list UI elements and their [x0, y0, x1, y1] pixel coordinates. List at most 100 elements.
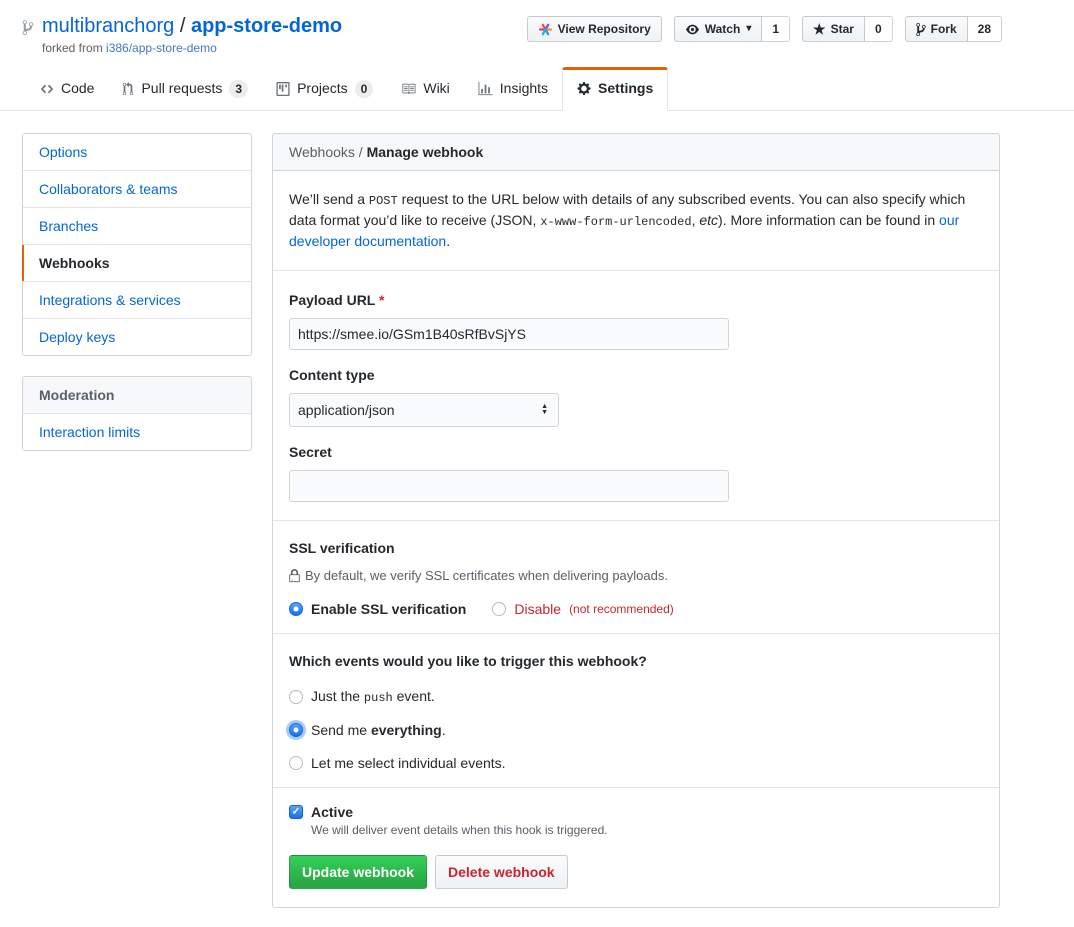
- breadcrumb-webhooks-link[interactable]: Webhooks: [289, 144, 355, 160]
- sidebar-item-branches[interactable]: Branches: [23, 208, 251, 245]
- tab-settings[interactable]: Settings: [562, 67, 668, 111]
- smee-icon: [538, 22, 553, 37]
- star-count[interactable]: 0: [865, 16, 893, 42]
- event-everything-radio[interactable]: [289, 723, 303, 737]
- ssl-disable-option[interactable]: Disable (not recommended): [492, 601, 673, 617]
- intro-text: We’ll send a POST request to the URL bel…: [289, 189, 983, 252]
- sidebar-item-options[interactable]: Options: [23, 134, 251, 171]
- repo-title: multibranchorg / app-store-demo: [42, 14, 342, 38]
- intro-code-urlencoded: x-www-form-urlencoded: [540, 215, 691, 229]
- ssl-disable-label: Disable: [514, 601, 561, 617]
- view-repository-label: View Repository: [558, 20, 651, 38]
- sidebar-item-interaction-limits[interactable]: Interaction limits: [23, 414, 251, 450]
- tab-pull-requests[interactable]: Pull requests 3: [108, 67, 262, 110]
- fork-label: Fork: [931, 20, 957, 38]
- update-webhook-button[interactable]: Update webhook: [289, 855, 427, 889]
- breadcrumb-separator: /: [355, 144, 367, 160]
- active-checkbox[interactable]: [289, 805, 303, 819]
- settings-sidebar: Options Collaborators & teams Branches W…: [22, 133, 252, 451]
- payload-url-label-text: Payload URL: [289, 292, 375, 308]
- forked-from-prefix: forked from: [42, 41, 106, 55]
- url-form-section: Payload URL * Content type application/j…: [273, 271, 999, 521]
- projects-counter: 0: [355, 80, 374, 98]
- sidebar-item-webhooks[interactable]: Webhooks: [23, 245, 251, 282]
- settings-menu: Options Collaborators & teams Branches W…: [22, 133, 252, 356]
- active-option[interactable]: Active: [289, 804, 983, 820]
- sidebar-item-deploy-keys[interactable]: Deploy keys: [23, 319, 251, 355]
- event-option-push[interactable]: Just the push event.: [289, 688, 983, 705]
- tab-pull-requests-label: Pull requests: [141, 79, 222, 98]
- sidebar-item-collaborators[interactable]: Collaborators & teams: [23, 171, 251, 208]
- select-arrows-icon: ▲▼: [541, 404, 548, 416]
- events-section: Which events would you like to trigger t…: [273, 634, 999, 788]
- active-label: Active: [311, 804, 353, 820]
- ssl-disable-note: (not recommended): [569, 602, 674, 616]
- wiki-icon: [401, 82, 416, 96]
- event-everything-part1: Send me: [311, 722, 371, 738]
- watch-count[interactable]: 1: [762, 16, 790, 42]
- tab-code[interactable]: Code: [26, 67, 108, 110]
- payload-url-label: Payload URL *: [289, 291, 983, 310]
- active-section: Active We will deliver event details whe…: [273, 788, 999, 907]
- delete-webhook-button[interactable]: Delete webhook: [435, 855, 568, 889]
- sidebar-item-integrations[interactable]: Integrations & services: [23, 282, 251, 319]
- code-icon: [40, 82, 54, 96]
- webhook-panel: Webhooks / Manage webhook We’ll send a P…: [272, 133, 1000, 908]
- fork-count[interactable]: 28: [968, 16, 1002, 42]
- ssl-note-text: By default, we verify SSL certificates w…: [305, 568, 668, 583]
- repo-title-separator: /: [174, 15, 191, 37]
- ssl-disable-radio[interactable]: [492, 602, 506, 616]
- ssl-heading: SSL verification: [289, 539, 983, 558]
- secret-input[interactable]: [289, 470, 729, 502]
- lock-icon: [289, 569, 300, 583]
- eye-icon: [685, 23, 700, 36]
- payload-url-group: Payload URL *: [289, 291, 983, 350]
- tab-projects[interactable]: Projects 0: [262, 67, 387, 110]
- fork-button[interactable]: Fork: [905, 16, 968, 42]
- intro-code-post: POST: [369, 194, 398, 208]
- moderation-menu: Moderation Interaction limits: [22, 376, 252, 451]
- intro-section: We’ll send a POST request to the URL bel…: [273, 171, 999, 271]
- watch-group: Watch ▾ 1: [674, 16, 790, 42]
- breadcrumb: Webhooks / Manage webhook: [273, 134, 999, 171]
- fork-group: Fork 28: [905, 16, 1002, 42]
- tab-projects-label: Projects: [297, 79, 348, 98]
- star-icon: ★: [813, 23, 826, 35]
- ssl-note: By default, we verify SSL certificates w…: [289, 568, 983, 583]
- moderation-heading: Moderation: [23, 377, 251, 414]
- breadcrumb-current: Manage webhook: [367, 144, 484, 160]
- pull-request-icon: [122, 82, 134, 96]
- caret-down-icon: ▾: [746, 20, 751, 38]
- event-option-individual[interactable]: Let me select individual events.: [289, 755, 983, 771]
- forked-from-link[interactable]: i386/app-store-demo: [106, 41, 217, 55]
- pull-requests-counter: 3: [229, 80, 248, 98]
- tab-insights[interactable]: Insights: [464, 67, 562, 110]
- event-push-part2: event.: [393, 688, 435, 704]
- star-group: ★ Star 0: [802, 16, 893, 42]
- repo-header: multibranchorg / app-store-demo forked f…: [0, 0, 1074, 111]
- ssl-enable-option[interactable]: Enable SSL verification: [289, 601, 466, 617]
- intro-etc: etc: [699, 212, 718, 228]
- event-individual-radio[interactable]: [289, 756, 303, 770]
- fork-icon: [916, 22, 926, 37]
- repo-name-link[interactable]: app-store-demo: [191, 15, 342, 37]
- event-push-part1: Just the: [311, 688, 364, 704]
- content-type-select[interactable]: application/json ▲▼: [289, 393, 559, 427]
- payload-url-input[interactable]: [289, 318, 729, 350]
- star-button[interactable]: ★ Star: [802, 16, 865, 42]
- repo-owner-link[interactable]: multibranchorg: [42, 15, 174, 37]
- secret-label: Secret: [289, 443, 983, 462]
- ssl-enable-radio[interactable]: [289, 602, 303, 616]
- required-asterisk: *: [379, 292, 384, 308]
- event-push-radio[interactable]: [289, 690, 303, 704]
- view-repository-button[interactable]: View Repository: [527, 16, 662, 42]
- active-note: We will deliver event details when this …: [311, 823, 983, 837]
- intro-part4: ). More information can be found in: [718, 212, 939, 228]
- intro-part5: .: [446, 233, 450, 249]
- content-type-label: Content type: [289, 366, 983, 385]
- repo-actions: View Repository Watch ▾ 1 ★ Star 0: [527, 16, 1002, 42]
- watch-button[interactable]: Watch ▾: [674, 16, 763, 42]
- event-option-everything[interactable]: Send me everything.: [289, 722, 983, 738]
- forked-from-note: forked from i386/app-store-demo: [42, 41, 342, 55]
- tab-wiki[interactable]: Wiki: [387, 67, 463, 110]
